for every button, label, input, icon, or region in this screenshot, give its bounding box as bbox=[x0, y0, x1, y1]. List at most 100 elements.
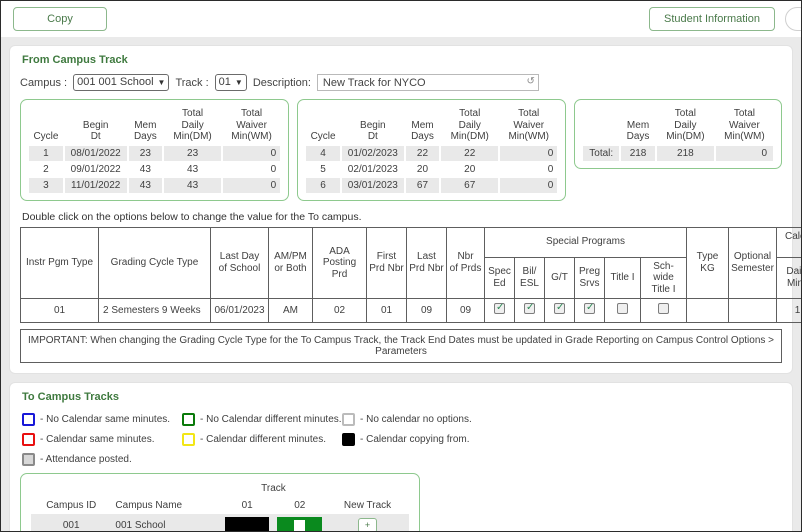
col-first-prd-nbr: First Prd Nbr bbox=[367, 227, 407, 299]
cell-track-01[interactable] bbox=[221, 514, 274, 532]
cell-cycle: 5 bbox=[306, 162, 340, 177]
tot-dm-line1: Total bbox=[675, 108, 696, 119]
col-daily-mins: Daily Mins bbox=[777, 257, 802, 299]
cell-nbr-of-prds[interactable]: 09 bbox=[447, 299, 485, 323]
tot-wm-line2: Waiver bbox=[729, 120, 760, 131]
col-wm-line2: Waiver bbox=[236, 120, 267, 131]
col-last-day-of-school: Last Day of School bbox=[211, 227, 269, 299]
group-spacer-2 bbox=[111, 480, 220, 497]
cycle-table-right: Cycle Begin Dt Mem Days T bbox=[304, 105, 559, 194]
col-cycle: Cycle bbox=[29, 106, 63, 145]
student-information-button[interactable]: Student Information bbox=[649, 7, 775, 31]
options-hint: Double click on the options below to cha… bbox=[22, 211, 782, 223]
hdr-nbr-2: of Prds bbox=[450, 263, 482, 274]
campus-select[interactable]: 001 001 School ▼ bbox=[73, 74, 169, 91]
cell-track-02[interactable] bbox=[273, 514, 326, 532]
copy-button[interactable]: Copy bbox=[13, 7, 107, 31]
title-i-checkbox[interactable] bbox=[617, 303, 628, 314]
hdr-first-2: Prd Nbr bbox=[369, 263, 403, 274]
hdr-bil-2: ESL bbox=[520, 278, 539, 289]
totals-table-body: Total: 218 218 0 bbox=[583, 146, 773, 161]
from-campus-track-title: From Campus Track bbox=[22, 54, 782, 66]
cell-last-prd-nbr[interactable]: 09 bbox=[407, 299, 447, 323]
hdr-last-2: Prd Nbr bbox=[409, 263, 443, 274]
cell-ada-posting-prd[interactable]: 02 bbox=[313, 299, 367, 323]
col-dm-line2: Daily bbox=[459, 120, 481, 131]
col-total-waiver-min: Total Waiver Min(WM) bbox=[500, 106, 557, 145]
group-spacer-1 bbox=[31, 480, 111, 497]
spec-ed-checkbox[interactable] bbox=[494, 303, 505, 314]
swatch-red-icon bbox=[22, 433, 35, 446]
legend-label: - Calendar same minutes. bbox=[40, 434, 155, 445]
totals-total-daily-min: 218 bbox=[657, 146, 714, 161]
col-dm-line3: Min(DM) bbox=[173, 131, 211, 142]
col-last-prd-nbr: Last Prd Nbr bbox=[407, 227, 447, 299]
tot-dm-line2: Daily bbox=[674, 120, 696, 131]
cell-type-kg[interactable] bbox=[687, 299, 729, 323]
bil-esl-checkbox[interactable] bbox=[524, 303, 535, 314]
hdr-preg-1: Preg bbox=[579, 266, 600, 277]
cell-title-i[interactable] bbox=[605, 299, 641, 323]
col-ampm-or-both: AM/PM or Both bbox=[269, 227, 313, 299]
swatch-dkgray-icon bbox=[22, 453, 35, 466]
tot-mem-line1: Mem bbox=[627, 120, 649, 131]
table-row: 3 11/01/2022 43 43 0 bbox=[29, 178, 280, 193]
description-input[interactable] bbox=[317, 74, 539, 91]
col-dm-line2: Daily bbox=[181, 120, 203, 131]
col-optional-semester: Optional Semester bbox=[729, 227, 777, 299]
refresh-icon[interactable]: ↺ bbox=[527, 76, 535, 87]
cell-total-waiver-min: 0 bbox=[223, 146, 280, 161]
col-total-spacer bbox=[583, 106, 619, 145]
cell-campus-id: 001 bbox=[31, 514, 111, 532]
legend-item-no-calendar-no-options: - No calendar no options. bbox=[342, 413, 502, 426]
cell-spec-ed[interactable] bbox=[485, 299, 515, 323]
track-table-box: Track Campus ID Campus Name 01 02 New Tr… bbox=[20, 473, 420, 532]
track-02-swatch[interactable] bbox=[277, 517, 322, 532]
legend-label: - No Calendar same minutes. bbox=[40, 414, 170, 425]
cell-optional-semester[interactable] bbox=[729, 299, 777, 323]
col-total-daily-min: Total Daily Min(DM) bbox=[441, 106, 498, 145]
table-row[interactable]: 01 2 Semesters 9 Weeks 06/01/2023 AM 02 … bbox=[21, 299, 802, 323]
hdr-opt-2: Semester bbox=[731, 263, 774, 274]
col-campus-name: Campus Name bbox=[111, 497, 220, 514]
cell-daily-mins[interactable]: 1 bbox=[777, 299, 802, 323]
table-row: 1 08/01/2022 23 23 0 bbox=[29, 146, 280, 161]
options-grid-body: 01 2 Semesters 9 Weeks 06/01/2023 AM 02 … bbox=[21, 299, 802, 323]
new-track-plus-button[interactable]: + bbox=[358, 518, 377, 532]
tot-wm-line3: Min(WM) bbox=[724, 131, 765, 142]
cell-ampm-or-both[interactable]: AM bbox=[269, 299, 313, 323]
totals-label: Total: bbox=[583, 146, 619, 161]
cell-bil-esl[interactable] bbox=[515, 299, 545, 323]
cell-begin-dt: 11/01/2022 bbox=[65, 178, 127, 193]
col-dm-line1: Total bbox=[182, 108, 203, 119]
cell-total-waiver-min: 0 bbox=[223, 178, 280, 193]
col-total-daily-min: Total Daily Min(DM) bbox=[657, 106, 714, 145]
preg-srvs-checkbox[interactable] bbox=[584, 303, 595, 314]
cell-last-day-of-school[interactable]: 06/01/2023 bbox=[211, 299, 269, 323]
cell-begin-dt: 02/01/2023 bbox=[342, 162, 404, 177]
table-row: 5 02/01/2023 20 20 0 bbox=[306, 162, 557, 177]
cell-instr-pgm-type[interactable]: 01 bbox=[21, 299, 99, 323]
hdr-ada-2: Posting Prd bbox=[323, 257, 356, 280]
cell-grading-cycle-type[interactable]: 2 Semesters 9 Weeks bbox=[99, 299, 211, 323]
cell-schwide-title-i[interactable] bbox=[641, 299, 687, 323]
cell-new-track[interactable]: + bbox=[326, 514, 409, 532]
col-bil-esl: Bil/ ESL bbox=[515, 257, 545, 299]
col-begin-line1: Begin bbox=[360, 120, 386, 131]
schwide-title-i-checkbox[interactable] bbox=[658, 303, 669, 314]
cell-preg-srvs[interactable] bbox=[575, 299, 605, 323]
gt-checkbox[interactable] bbox=[554, 303, 565, 314]
cell-total-daily-min: 43 bbox=[164, 162, 221, 177]
hdr-first-1: First bbox=[377, 251, 396, 262]
totals-table: Mem Days Total Daily Min(DM) Total bbox=[581, 105, 775, 162]
cell-gt[interactable] bbox=[545, 299, 575, 323]
cell-total-daily-min: 43 bbox=[164, 178, 221, 193]
legend-label: - No Calendar different minutes. bbox=[200, 414, 342, 425]
col-total-daily-min: Total Daily Min(DM) bbox=[164, 106, 221, 145]
track-01-swatch[interactable] bbox=[225, 517, 270, 532]
cell-first-prd-nbr[interactable]: 01 bbox=[367, 299, 407, 323]
totals-panel: Mem Days Total Daily Min(DM) Total bbox=[574, 99, 782, 169]
track-select[interactable]: 01 ▼ bbox=[215, 74, 247, 91]
col-new-track: New Track bbox=[326, 497, 409, 514]
description-field-wrap: ↺ bbox=[317, 74, 539, 91]
